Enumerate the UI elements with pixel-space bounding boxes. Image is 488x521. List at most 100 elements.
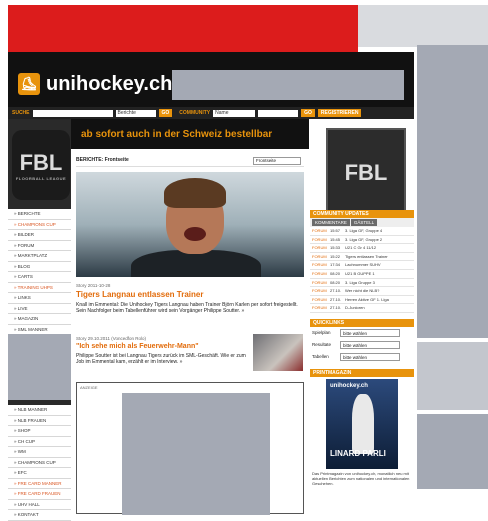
left-nav-top: » BERICHTE» CHAMPIONS CUP» BILDER» FORUM… bbox=[8, 209, 71, 346]
search-scope-select[interactable]: Berichte bbox=[115, 109, 156, 117]
search-bar: SUCHE Berichte GO COMMUNITY Name GO REGI… bbox=[8, 107, 414, 119]
fbl-logo[interactable]: FBL FLOORBALL LEAGUE bbox=[12, 130, 70, 200]
nav-item[interactable]: » EFC bbox=[8, 468, 71, 479]
berichte-bar: BERICHTE: Frontseite Frontseite bbox=[76, 157, 304, 167]
quicklink-row: Resultate bitte wählen bbox=[310, 339, 414, 351]
quicklink-select[interactable]: bitte wählen bbox=[340, 328, 400, 337]
update-row[interactable]: FORUM 08:20 3. Liga Gruppe 3 bbox=[310, 279, 414, 288]
nav-item[interactable]: » MARKTPLATZ bbox=[8, 251, 71, 262]
nav-item[interactable]: » UHV HALL bbox=[8, 499, 71, 510]
update-row[interactable]: FORUM 27.10. D-Junioren bbox=[310, 304, 414, 313]
nav-item[interactable]: » BILDER bbox=[8, 230, 71, 241]
nav-item[interactable]: » CH CUP bbox=[8, 436, 71, 447]
register-button[interactable]: REGISTRIEREN bbox=[317, 109, 362, 117]
skater-icon: ⛸ bbox=[18, 73, 40, 95]
update-row[interactable]: FORUM 15:45 3. Liga GF, Gruppe 2 bbox=[310, 236, 414, 245]
story2-teaser: Philippe Soutter ist bei Langnau Tigers … bbox=[76, 353, 246, 365]
update-row[interactable]: FORUM 08:20 U21 B GUPPE 1 bbox=[310, 270, 414, 279]
nav-item[interactable]: » CHAMPIONS CUP bbox=[8, 457, 71, 468]
magazine-cover[interactable]: unihockey.ch LINARD PARLI bbox=[326, 378, 398, 469]
fbl-subtitle: FLOORBALL LEAGUE bbox=[15, 175, 67, 181]
update-text: 3. Liga Gruppe 3 bbox=[345, 279, 375, 285]
search-go-button[interactable]: GO bbox=[158, 109, 173, 117]
quicklink-select[interactable]: bitte wählen bbox=[340, 352, 400, 361]
update-time: 27.10. bbox=[330, 296, 342, 302]
update-cat: FORUM bbox=[312, 305, 327, 311]
nav-item[interactable]: » FRE CARD MANNER bbox=[8, 478, 71, 489]
site-frame: ⛸ unihockey.ch SUCHE Berichte GO COMMUNI… bbox=[8, 52, 414, 521]
quicklink-row: Spielplan bitte wählen bbox=[310, 327, 414, 339]
search-input[interactable] bbox=[32, 109, 113, 117]
tab-kommentare[interactable]: KOMMENTARE bbox=[312, 219, 350, 226]
update-cat: FORUM bbox=[312, 296, 327, 302]
username-input[interactable]: Name bbox=[213, 109, 256, 117]
update-row[interactable]: FORUM 15:33 U21 C Gr 4 11/12 bbox=[310, 244, 414, 253]
fbl-title: FBL bbox=[19, 149, 63, 175]
nav-item[interactable]: » MAGAZIN bbox=[8, 314, 71, 325]
left-ad[interactable] bbox=[8, 334, 71, 400]
update-text: 3. Liga GF, Gruppe 2 bbox=[345, 236, 383, 242]
nav-item[interactable]: » LIVE bbox=[8, 303, 71, 314]
logo-text: unihockey.ch bbox=[46, 72, 173, 95]
update-cat: FORUM bbox=[312, 288, 327, 294]
search-label: SUCHE bbox=[12, 110, 30, 116]
header-ad[interactable] bbox=[172, 70, 404, 100]
nav-item[interactable]: » BERICHTE bbox=[8, 209, 71, 220]
nav-item[interactable]: » NLB FRAUEN bbox=[8, 415, 71, 426]
update-cat: FORUM bbox=[312, 262, 327, 268]
story2-thumbnail[interactable] bbox=[253, 334, 303, 371]
update-row[interactable]: FORUM 27.10. Wer nicht die NLB? bbox=[310, 287, 414, 296]
right-sky-ad[interactable] bbox=[417, 45, 488, 338]
nav-item[interactable]: » FRE CARD FRAUEN bbox=[8, 489, 71, 500]
story1-meta: Story 2011-10-28 bbox=[76, 283, 111, 288]
nav-item[interactable]: » NLB MANNER bbox=[8, 405, 71, 416]
nav-item[interactable]: » WM bbox=[8, 447, 71, 458]
update-time: 15:33 bbox=[330, 245, 341, 251]
top-banner-ad[interactable] bbox=[8, 5, 358, 52]
promo-banner[interactable]: ab sofort auch in der Schweiz bestellbar bbox=[71, 119, 309, 149]
fbl-cover-image[interactable]: FBL bbox=[326, 128, 406, 218]
quicklinks-header: QUICKLINKS bbox=[310, 318, 414, 327]
nav-item[interactable]: » CHAMPIONS CUP bbox=[8, 219, 71, 230]
update-text: D-Junioren bbox=[345, 305, 365, 311]
update-row[interactable]: FORUM 27.10. Herren Aktive GF 1. Liga bbox=[310, 296, 414, 305]
nav-item[interactable]: » FORUM bbox=[8, 240, 71, 251]
right-ad-3[interactable] bbox=[417, 414, 488, 489]
magazine-cover-name: LINARD PARLI bbox=[330, 448, 386, 458]
nav-item[interactable]: » SHOP bbox=[8, 426, 71, 437]
berichte-label: BERICHTE: Frontseite bbox=[76, 157, 129, 163]
story1-headline[interactable]: Tigers Langnau entlassen Trainer bbox=[76, 290, 304, 299]
left-nav-bottom: » NLB MANNER» NLB FRAUEN» SHOP» CH CUP» … bbox=[8, 405, 71, 521]
login-go-button[interactable]: GO bbox=[301, 109, 315, 117]
lead-story-photo[interactable] bbox=[76, 172, 304, 277]
content-ad[interactable] bbox=[122, 393, 270, 515]
berichte-select[interactable]: Frontseite bbox=[253, 157, 301, 165]
right-ad-2[interactable] bbox=[417, 342, 488, 410]
magazine-cover-title: unihockey.ch bbox=[330, 382, 368, 389]
update-cat: FORUM bbox=[312, 279, 327, 285]
update-cat: FORUM bbox=[312, 228, 327, 233]
top-placeholder bbox=[358, 5, 488, 47]
update-time: 15:22 bbox=[330, 253, 341, 259]
quicklinks-list: Spielplan bitte wählen Resultate bitte wähl… bbox=[310, 327, 414, 363]
update-row[interactable]: FORUM 15:57 3. Liga GF, Gruppe 4 bbox=[310, 227, 414, 236]
update-row[interactable]: FORUM 15:22 Tigers entlassen Trainer bbox=[310, 253, 414, 262]
story1-teaser: Knall im Emmental: Die Unihockey Tigers … bbox=[76, 302, 298, 314]
update-row[interactable]: FORUM 17:34 Lachnummer SUHV bbox=[310, 261, 414, 270]
nav-item[interactable]: » BLOG bbox=[8, 261, 71, 272]
update-cat: FORUM bbox=[312, 245, 327, 251]
nav-item[interactable]: » LINKS bbox=[8, 293, 71, 304]
nav-item[interactable]: » CARTS bbox=[8, 272, 71, 283]
password-input[interactable] bbox=[258, 109, 299, 117]
ad-label: ANZEIGE bbox=[80, 385, 98, 390]
nav-item[interactable]: » TRAINING UHPS bbox=[8, 282, 71, 293]
printmagazin-header: PRINTMAGAZIN bbox=[310, 368, 414, 377]
site-logo[interactable]: ⛸ unihockey.ch bbox=[18, 69, 178, 99]
update-time: 08:20 bbox=[330, 270, 341, 276]
right-column: COMMUNITY UPDATES KOMMENTARE GÄSTELL FOR… bbox=[310, 210, 414, 512]
tab-gaestell[interactable]: GÄSTELL bbox=[350, 219, 378, 226]
quicklink-select[interactable]: bitte wählen bbox=[340, 340, 400, 349]
update-time: 27.10. bbox=[330, 288, 342, 294]
story2-headline[interactable]: "Ich sehe mich als Feuerwehr-Mann" bbox=[76, 343, 246, 350]
update-time: 08:20 bbox=[330, 279, 341, 285]
